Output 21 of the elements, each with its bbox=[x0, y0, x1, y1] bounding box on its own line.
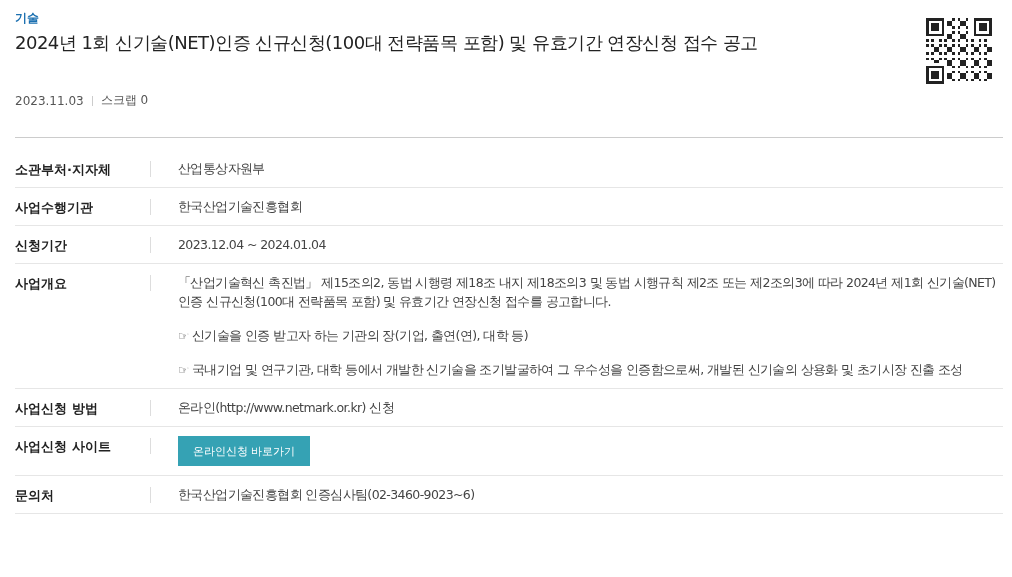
field-label: 소관부처·지자체 bbox=[15, 161, 151, 177]
apply-online-button[interactable]: 온라인신청 바로가기 bbox=[178, 436, 310, 466]
field-label: 사업수행기관 bbox=[15, 199, 151, 215]
field-value: 2023.12.04 ~ 2024.01.04 bbox=[178, 237, 326, 252]
field-value: 한국산업기술진흥협회 bbox=[178, 199, 302, 214]
field-value: 온라인(http://www.netmark.or.kr) 신청 bbox=[178, 400, 394, 415]
description-paragraph: 「산업기술혁신 촉진법」 제15조의2, 동법 시행령 제18조 내지 제18조의3 및 동법 시행규칙 제2조 또는 제2조의3에 따라 2024년 제1회 신기술(NET)인증 신규신청(100대 전략품목 포함) 및 유효기간 연장신청 접수를 공고합니다. bbox=[178, 274, 997, 311]
description-paragraph: ☞ 신기술을 인증 받고자 하는 기관의 장(기업, 출연(연), 대학 등) bbox=[178, 327, 530, 345]
field-label: 사업신청 방법 bbox=[15, 400, 151, 416]
post-date: 2023.11.03 bbox=[15, 93, 84, 108]
field-label: 문의처 bbox=[15, 487, 151, 503]
field-value: 산업통상자원부 bbox=[178, 161, 265, 176]
qr-code-drawing bbox=[926, 18, 992, 84]
field-value: 한국산업기술진흥협회 인증심사팀(02-3460-9023~6) bbox=[178, 487, 475, 502]
field-label: 신청기간 bbox=[15, 237, 151, 253]
field-label: 사업신청 사이트 bbox=[15, 438, 151, 454]
scrap-count: 스크랩 0 bbox=[100, 92, 149, 109]
page-title: 2024년 1회 신기술(NET)인증 신규신청(100대 전략품목 포함) 및 유효기간 연장신청 접수 공고 bbox=[15, 31, 758, 55]
field-label: 사업개요 bbox=[15, 275, 151, 291]
description-paragraph: ☞ 국내기업 및 연구기관, 대학 등에서 개발한 신기술을 조기발굴하여 그 우수성을 인증함으로써, 개발된 신기술의 상용화 및 초기시장 진출 조성 bbox=[178, 361, 964, 379]
category-label: 기술 bbox=[15, 10, 40, 27]
